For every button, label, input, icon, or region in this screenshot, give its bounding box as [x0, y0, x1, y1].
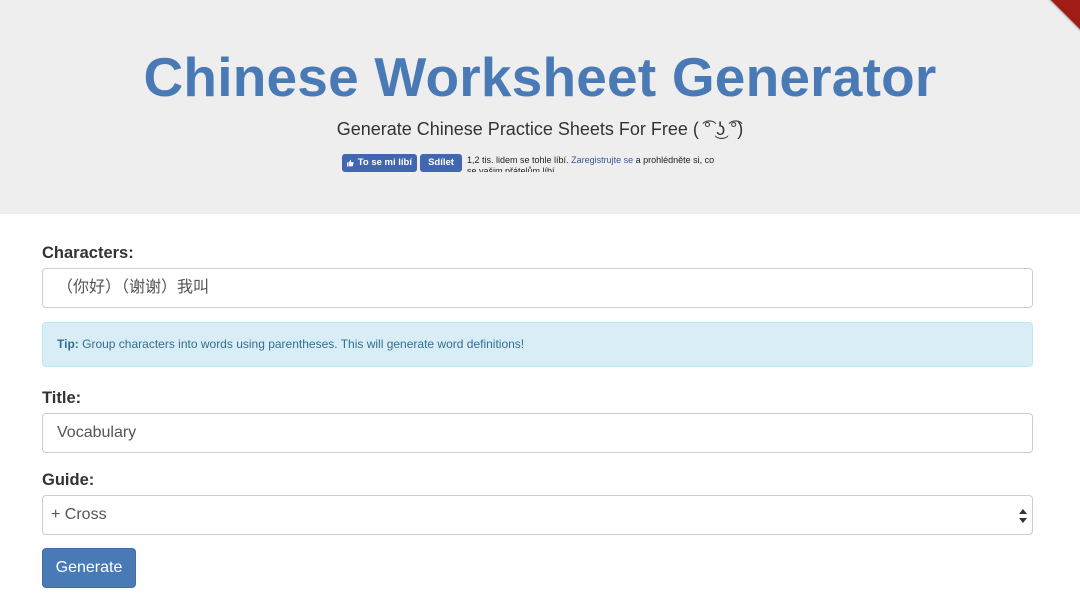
tip-text: Group characters into words using parent…: [82, 337, 525, 351]
tip-bold-label: Tip:: [57, 337, 79, 351]
facebook-like-button[interactable]: To se mi líbí: [342, 154, 417, 172]
guide-select[interactable]: + Cross: [42, 495, 1033, 535]
page-subtitle: Generate Chinese Practice Sheets For Fre…: [336, 119, 744, 139]
thumbs-up-icon: [347, 159, 354, 167]
tip-alert: Tip: Group characters into words using p…: [42, 322, 1033, 367]
characters-input[interactable]: （你好）（谢谢）我叫: [42, 268, 1033, 308]
hero-banner: Chinese Worksheet Generator Generate Chi…: [0, 0, 1080, 214]
generate-button[interactable]: Generate: [42, 548, 136, 588]
facebook-widget: To se mi líbí Sdílet 1,2 tis. lidem se t…: [342, 154, 725, 172]
facebook-social-text: 1,2 tis. lidem se tohle líbí. Zaregistru…: [467, 154, 725, 172]
facebook-like-count: 1,2 tis. lidem se tohle líbí.: [467, 155, 569, 165]
title-input[interactable]: Vocabulary: [42, 413, 1033, 453]
title-label: Title:: [42, 389, 82, 407]
facebook-signup-link[interactable]: Zaregistrujte se: [571, 155, 633, 165]
page-title: Chinese Worksheet Generator: [143, 46, 937, 108]
guide-label: Guide:: [42, 471, 95, 489]
facebook-share-button[interactable]: Sdílet: [420, 154, 462, 172]
select-arrows-icon: [1019, 509, 1027, 523]
facebook-share-label: Sdílet: [428, 157, 454, 168]
guide-selected-value: + Cross: [51, 506, 107, 523]
corner-ribbon[interactable]: [1022, 0, 1080, 36]
facebook-like-label: To se mi líbí: [357, 157, 412, 168]
characters-label: Characters:: [42, 244, 134, 262]
